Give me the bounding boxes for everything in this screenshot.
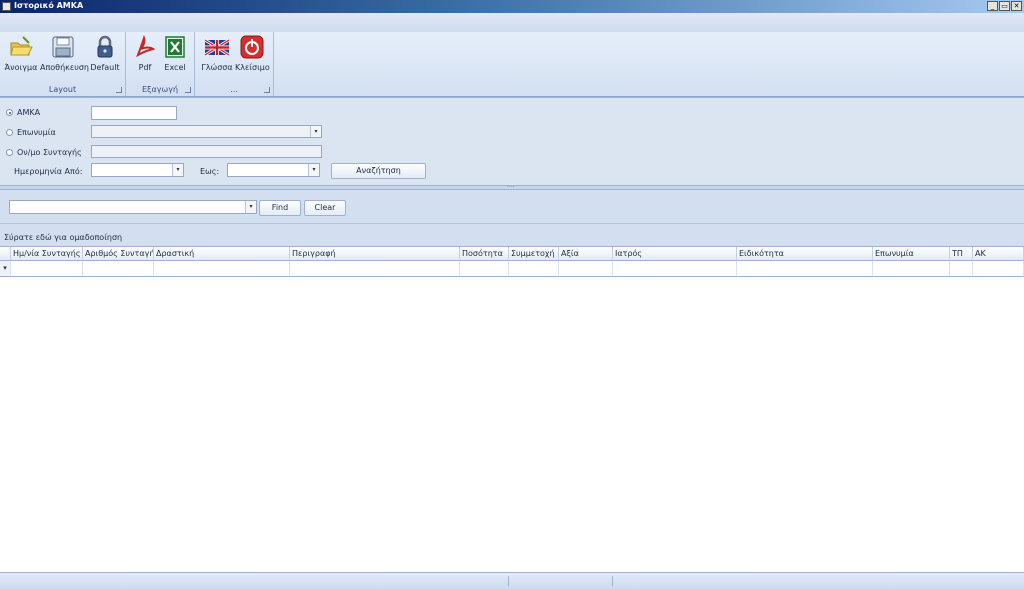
find-button[interactable]: Find: [259, 200, 301, 216]
amka-input[interactable]: [91, 106, 177, 120]
ribbon-group-layout-label: Layout: [48, 85, 77, 94]
close-window-button[interactable]: ✕: [1011, 1, 1022, 11]
close-app-button[interactable]: Κλείσιμο: [235, 35, 270, 72]
date-to-picker[interactable]: ▾: [227, 163, 320, 177]
save-layout-button[interactable]: Αποθήκευση: [40, 35, 89, 72]
prescription-radio[interactable]: [6, 149, 13, 156]
new-row-cell[interactable]: [290, 261, 460, 277]
ribbon-group-layout: Άνοιγμα Αποθήκευση Default Layout: [0, 32, 126, 96]
date-from-picker[interactable]: ▾: [91, 163, 184, 177]
column-header-name[interactable]: Επωνυμία: [873, 247, 950, 261]
chevron-down-icon: ▾: [308, 164, 319, 176]
default-layout-button[interactable]: Default: [88, 35, 122, 72]
row-indicator-header: [0, 247, 11, 261]
amka-radio[interactable]: [6, 109, 13, 116]
group-launcher-icon[interactable]: [185, 87, 191, 93]
find-bar: ▾ Find Clear: [0, 190, 1024, 224]
restore-button[interactable]: ▭: [999, 1, 1010, 11]
group-by-hint: Σύρατε εδώ για ομαδοποίηση: [4, 233, 123, 242]
column-header-date[interactable]: Ημ/νία Συνταγής ▾: [11, 247, 83, 261]
chevron-down-icon: ▾: [245, 201, 256, 213]
new-row-cell[interactable]: [613, 261, 737, 277]
default-layout-label: Default: [90, 63, 120, 72]
new-row-cell[interactable]: [973, 261, 1024, 277]
new-row-cell[interactable]: [11, 261, 83, 277]
ribbon-group-export: Pdf Excel Εξαγωγή: [126, 32, 195, 96]
column-header-specialty[interactable]: Ειδικότητα: [737, 247, 873, 261]
new-row-cell[interactable]: [559, 261, 613, 277]
new-row-cell[interactable]: [509, 261, 559, 277]
column-header-ak[interactable]: ΑΚ: [973, 247, 1024, 261]
prescription-label: Ον/μο Συνταγής: [17, 148, 82, 157]
date-to-label: Εως:: [200, 167, 220, 176]
ribbon-group-misc-label: ...: [230, 85, 238, 94]
new-row-cell[interactable]: [83, 261, 154, 277]
name-dropdown[interactable]: ▾: [91, 125, 322, 138]
minimize-button[interactable]: _: [987, 1, 998, 11]
chevron-down-icon: ▾: [310, 126, 321, 137]
status-bar: [0, 572, 1024, 589]
new-row-cell[interactable]: [460, 261, 509, 277]
date-from-label: Ημερομηνία Από:: [14, 167, 83, 176]
column-header-prescription-number[interactable]: Αριθμός Συνταγής: [83, 247, 154, 261]
uk-flag-icon: [204, 35, 230, 59]
search-panel: ΑΜΚΑ Επωνυμία ▾ Ον/μο Συνταγής Ημερομηνί…: [0, 97, 1024, 186]
ribbon-tab-strip: [0, 13, 1024, 33]
column-header-quantity[interactable]: Ποσότητα: [460, 247, 509, 261]
prescription-input[interactable]: [91, 145, 322, 158]
export-excel-label: Excel: [164, 63, 186, 72]
new-row-indicator-icon: ▾: [0, 261, 11, 277]
status-divider: [508, 576, 509, 586]
window-title: Ιστορικό ΑΜΚΑ: [14, 1, 84, 10]
language-button[interactable]: Γλώσσα: [199, 35, 235, 72]
export-pdf-label: Pdf: [138, 63, 152, 72]
column-header-value[interactable]: Αξία: [559, 247, 613, 261]
name-label: Επωνυμία: [17, 128, 56, 137]
column-header-active-substance[interactable]: Δραστική: [154, 247, 290, 261]
group-by-panel[interactable]: Σύρατε εδώ για ομαδοποίηση: [0, 224, 1024, 246]
app-icon: [2, 2, 11, 11]
power-off-icon: [240, 35, 264, 59]
excel-icon: [163, 35, 187, 59]
column-header-participation[interactable]: Συμμετοχή: [509, 247, 559, 261]
chevron-down-icon: ▾: [172, 164, 183, 176]
open-layout-label: Άνοιγμα: [4, 63, 38, 72]
search-button[interactable]: Αναζήτηση: [331, 163, 426, 179]
ribbon-group-misc: Γλώσσα Κλείσιμο ...: [195, 32, 274, 96]
close-app-label: Κλείσιμο: [235, 63, 270, 72]
new-row-cell[interactable]: [950, 261, 973, 277]
find-input[interactable]: ▾: [9, 200, 257, 214]
export-excel-button[interactable]: Excel: [160, 35, 190, 72]
data-grid: Ημ/νία Συνταγής ▾ Αριθμός Συνταγής Δραστ…: [0, 246, 1024, 573]
ribbon-group-export-label: Εξαγωγή: [141, 85, 179, 94]
save-layout-label: Αποθήκευση: [40, 63, 89, 72]
floppy-disk-icon: [51, 35, 75, 59]
new-row-cell[interactable]: [154, 261, 290, 277]
language-label: Γλώσσα: [201, 63, 233, 72]
status-divider: [612, 576, 613, 586]
pdf-icon: [133, 34, 157, 59]
export-pdf-button[interactable]: Pdf: [132, 34, 158, 72]
title-bar: Ιστορικό ΑΜΚΑ _ ▭ ✕: [0, 0, 1024, 13]
name-radio[interactable]: [6, 129, 13, 136]
column-header-tp[interactable]: ΤΠ: [950, 247, 973, 261]
padlock-icon: [93, 35, 117, 59]
open-layout-button[interactable]: Άνοιγμα: [4, 35, 38, 72]
new-row-cell[interactable]: [737, 261, 873, 277]
ribbon: Άνοιγμα Αποθήκευση Default Layout Pdf Ex…: [0, 32, 1024, 97]
clear-button[interactable]: Clear: [304, 200, 346, 216]
group-launcher-icon[interactable]: [264, 87, 270, 93]
new-row-cell[interactable]: [873, 261, 950, 277]
amka-label: ΑΜΚΑ: [17, 108, 41, 117]
column-header-label: Ημ/νία Συνταγής: [13, 249, 81, 258]
group-launcher-icon[interactable]: [116, 87, 122, 93]
column-header-description[interactable]: Περιγραφή: [290, 247, 460, 261]
folder-open-icon: [9, 35, 33, 59]
column-header-doctor[interactable]: Ιατρός: [613, 247, 737, 261]
